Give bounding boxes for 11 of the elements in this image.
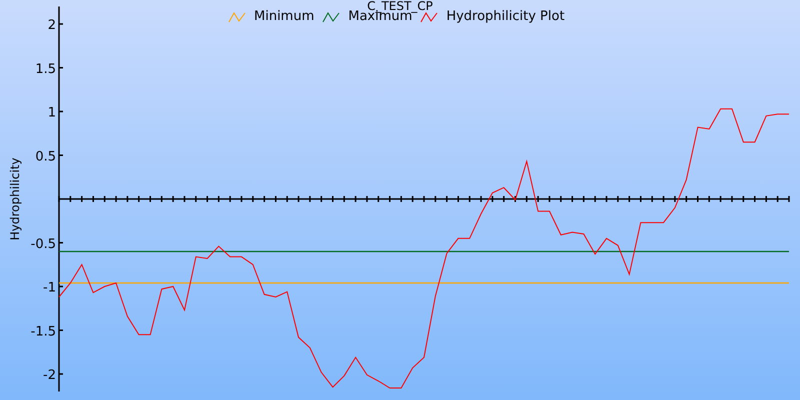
y-tick-label: -2 (43, 368, 56, 383)
legend-label: Minimum (254, 9, 314, 25)
y-axis-label: Hydrophilicity (8, 158, 22, 240)
y-tick-label: 1 (48, 106, 56, 120)
legend-label: Hydrophilicity Plot (446, 9, 565, 25)
y-tick-label: 1.5 (35, 62, 56, 77)
y-tick-label: -1 (43, 280, 56, 296)
y-tick-label: 0.5 (35, 149, 56, 164)
y-tick-label: 2 (48, 18, 56, 33)
y-tick-label: -1.5 (30, 324, 56, 340)
y-tick-label: -0.5 (30, 236, 56, 252)
